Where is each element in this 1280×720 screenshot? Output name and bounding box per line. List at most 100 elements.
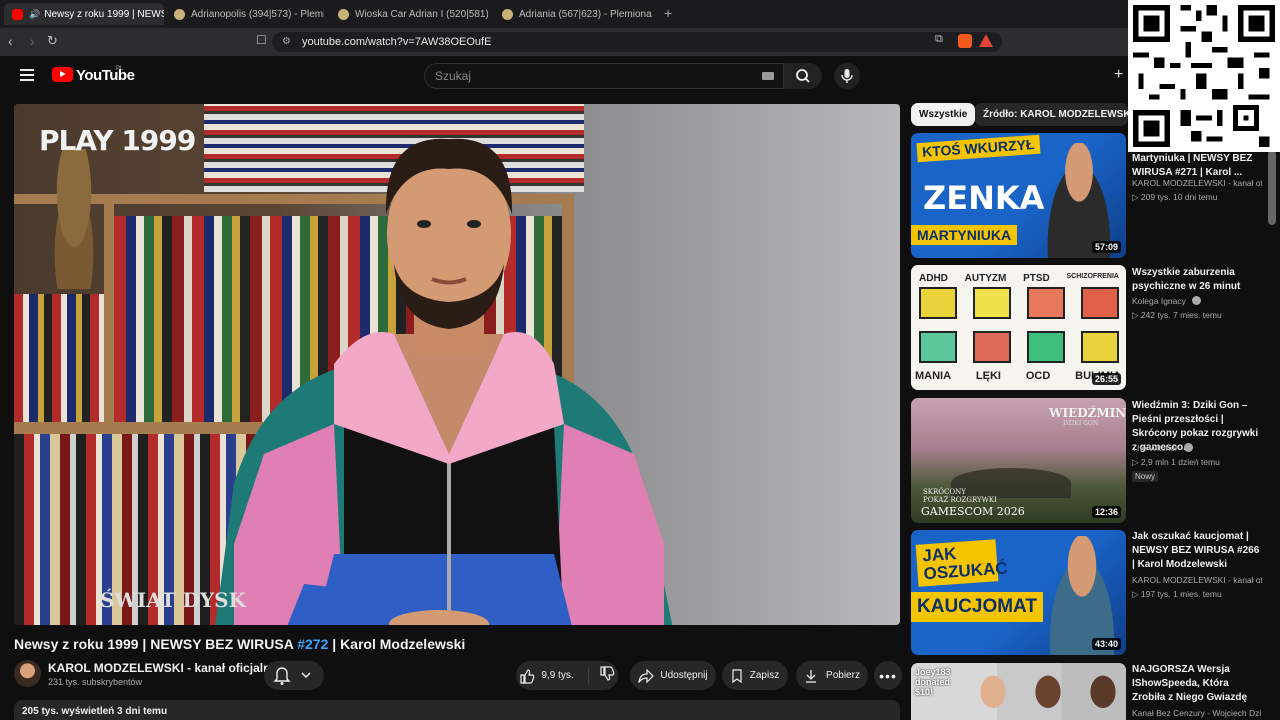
bookmark-icon[interactable]: ☐ — [256, 33, 267, 47]
channel-name-text: KAROL MODZELEWSKI - kanał oficjalny — [48, 661, 278, 675]
youtube-logo-text[interactable]: YouTube — [76, 67, 135, 84]
url-text: youtube.com/watch?v=7AW38OEOufE — [302, 36, 492, 48]
video-hashtag[interactable]: #272 — [297, 636, 328, 652]
site-info-icon[interactable]: ⚙ — [282, 32, 291, 52]
share-button[interactable]: Udostępnij — [630, 661, 716, 690]
download-button[interactable]: Pobierz — [796, 661, 868, 690]
youtube-icon — [12, 8, 23, 20]
comic-books-row — [14, 294, 104, 422]
related-video-channel[interactable]: KAROL MODZELEWSKI - kanał ofi — [1132, 573, 1262, 587]
meta-text: 209 tys. 10 dni temu — [1140, 192, 1218, 202]
related-video-thumbnail[interactable]: JAK OSZUKAĆ KAUCJOMAT 43:40 — [911, 530, 1126, 655]
tab-plemiona-1[interactable]: Adrianopolis (394|573) - Plemiona - — [174, 3, 324, 25]
thumbnail-icons — [919, 331, 1119, 365]
forward-icon[interactable]: › — [30, 33, 35, 49]
related-video-thumbnail[interactable]: Joey183 donated $10! — [911, 663, 1126, 720]
tab-youtube[interactable]: 🔊 Newsy z roku 1999 | NEWSY ✕ — [4, 3, 164, 25]
reload-icon[interactable]: ↻ — [47, 33, 58, 49]
video-duration: 12:36 — [1091, 506, 1121, 518]
thumbnail-text: LĘKI — [975, 370, 1001, 382]
video-duration: 26:55 — [1091, 373, 1121, 385]
browser-nav-bar: ‹ › ↻ ☐ ⚙ youtube.com/watch?v=7AW38OEOuf… — [0, 28, 1280, 56]
share-icon — [638, 668, 655, 683]
thumbnail-text: AUTYZM — [964, 273, 1007, 284]
speaker-icon: 🔊 — [29, 8, 41, 19]
related-video-thumbnail[interactable]: ADHD AUTYZM PTSD SCHIZOFRENIA MANIA LĘKI… — [911, 265, 1126, 390]
qr-code — [1128, 0, 1280, 152]
video-title: Newsy z roku 1999 | NEWSY BEZ WIRUSA #27… — [14, 636, 465, 652]
related-video-thumbnail[interactable]: KTOŚ WKURZYŁ ZENKA MARTYNIUKA 57:09 — [911, 133, 1126, 258]
chip-source[interactable]: Źródło: KAROL MODZELEWSKI - ka — [975, 103, 1128, 126]
book-title-text: ŚWIAT DYSK — [100, 588, 246, 612]
keyboard-icon[interactable] — [762, 72, 774, 80]
thumbnail-text: SCHIZOFRENIA — [1066, 273, 1119, 280]
verified-icon — [1192, 296, 1202, 305]
description-box[interactable]: 205 tys. wyświetleń 3 dni temu — [14, 700, 900, 720]
search-input[interactable]: Szukaj — [424, 63, 784, 89]
create-icon[interactable]: + — [1114, 66, 1123, 84]
channel-text: Kolega Ignacy — [1132, 296, 1186, 306]
channel-avatar[interactable] — [14, 660, 41, 687]
brave-shield-icon[interactable] — [958, 34, 972, 48]
tab-title: Wioska Car Adrian I (520|581) - Plem — [355, 8, 488, 20]
plemiona-icon — [174, 8, 185, 20]
thumbnail-logo-subtext: DZIKI GON — [1063, 420, 1099, 427]
more-actions-button[interactable]: ••• — [874, 661, 902, 690]
open-external-icon[interactable]: ⧉ — [935, 33, 943, 46]
more-icon: ••• — [879, 667, 897, 684]
country-code: PL — [116, 66, 124, 72]
new-badge: Nowy — [1132, 471, 1159, 482]
verified-icon — [1184, 443, 1194, 452]
address-bar[interactable]: ⚙ youtube.com/watch?v=7AW38OEOufE — [272, 32, 1002, 52]
search-placeholder: Szukaj — [435, 69, 472, 83]
thumbnail-caption: SKRÓCONY POKAZ ROZGRYWKI — [923, 488, 997, 504]
related-video-channel[interactable]: KAROL MODZELEWSKI - kanał ofici — [1132, 176, 1262, 190]
groot-figure — [44, 149, 104, 289]
plemiona-icon — [338, 8, 349, 20]
save-button[interactable]: Zapisz — [722, 661, 788, 690]
thumbnail-text: OCD — [1025, 370, 1051, 382]
voice-search-button[interactable] — [834, 63, 860, 89]
related-video-title[interactable]: Wszystkie zaburzenia psychiczne w 26 min… — [1132, 266, 1262, 294]
menu-icon[interactable] — [20, 69, 34, 81]
video-player[interactable]: PLAY 1999 ŚWIAT DYSK — [14, 104, 900, 625]
chip-label: Źródło: KAROL MODZELEWSKI - ka — [983, 109, 1128, 120]
thumbnail-text: SKRÓCONY — [923, 488, 966, 496]
related-video-channel[interactable]: The Witcher — [1132, 441, 1262, 455]
related-video-title[interactable]: NAJGORSZA Wersja IShowSpeeda, Która Zrob… — [1132, 663, 1262, 705]
notification-button[interactable] — [264, 661, 324, 690]
thumbs-down-icon — [600, 666, 614, 681]
video-title-text: Newsy z roku 1999 | NEWSY BEZ WIRUSA — [14, 636, 298, 652]
youtube-logo-icon[interactable] — [52, 67, 73, 82]
thumbnail-text: PTSD — [1023, 273, 1050, 284]
browser-tab-bar: 🔊 Newsy z roku 1999 | NEWSY ✕ Adrianopol… — [0, 0, 1280, 28]
search-icon — [796, 69, 810, 83]
back-icon[interactable]: ‹ — [8, 33, 13, 49]
thumbnail-labels-top: ADHD AUTYZM PTSD SCHIZOFRENIA — [919, 273, 1119, 284]
dislike-button[interactable] — [589, 666, 615, 685]
subscriber-count: 231 tys. subskrybentów — [48, 677, 143, 687]
like-dislike-group: 9,9 tys. — [516, 661, 618, 690]
chip-all[interactable]: Wszystkie — [911, 103, 976, 126]
search-button[interactable] — [784, 63, 822, 89]
brave-rewards-icon[interactable] — [979, 34, 993, 47]
related-video-title[interactable]: Jak oszukać kaucjomat | NEWSY BEZ WIRUSA… — [1132, 530, 1262, 572]
channel-name[interactable]: KAROL MODZELEWSKI - kanał oficjalny — [48, 661, 291, 675]
thumbnail-logo-text: WIEDŹMIN — [1049, 406, 1126, 420]
related-video-channel[interactable]: Kolega Ignacy — [1132, 294, 1262, 308]
tab-plemiona-3[interactable]: Adriania (567|623) - Plemiona - Świa — [502, 3, 652, 25]
video-duration: 43:40 — [1091, 638, 1121, 650]
person-figure — [971, 673, 1015, 720]
thumbnail-icons — [919, 287, 1119, 321]
new-tab-button[interactable]: + — [664, 5, 672, 21]
thumbnail-text: JAK OSZUKAĆ — [915, 539, 1008, 587]
related-video-thumbnail[interactable]: WIEDŹMIN DZIKI GON SKRÓCONY POKAZ ROZGRY… — [911, 398, 1126, 523]
tab-plemiona-2[interactable]: Wioska Car Adrian I (520|581) - Plem — [338, 3, 488, 25]
thumbnail-text: POKAZ ROZGRYWKI — [923, 496, 997, 504]
sidebar-scrollbar[interactable] — [1268, 150, 1276, 225]
thumbnail-text: ZENKA — [923, 179, 1045, 217]
related-video-channel[interactable]: Kanał Bez Cenzury - Wojciech Dzi... — [1132, 706, 1262, 720]
thumbnail-text: MANIA — [915, 370, 952, 382]
thumbnail-text: GAMESCOM 2026 — [921, 505, 1025, 518]
like-button[interactable]: 9,9 tys. — [519, 667, 589, 684]
